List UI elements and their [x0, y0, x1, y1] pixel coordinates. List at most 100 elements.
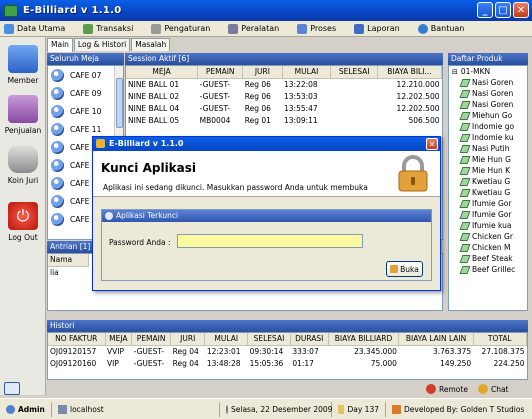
sidebar-item-member[interactable]: Member — [0, 45, 46, 85]
product-icon — [459, 254, 471, 263]
list-item[interactable]: Indomie go — [449, 121, 527, 132]
list-item[interactable]: Mie Hun G — [449, 154, 527, 165]
koin-juri-icon — [8, 145, 38, 173]
clock-icon — [226, 404, 228, 414]
list-item[interactable]: CAFE 10 — [48, 102, 123, 120]
sidebar-item-koin-juri[interactable]: Koin Juri — [0, 145, 46, 185]
proses-icon — [297, 23, 308, 34]
remote-link[interactable]: Remote — [426, 384, 468, 394]
app-logo-icon — [4, 4, 18, 17]
column-header[interactable]: SELESAI — [247, 333, 291, 346]
chat-link[interactable]: Chat — [477, 384, 508, 394]
chat-icon — [477, 384, 488, 394]
table-row[interactable]: NINE BALL 02 -GUEST- Reg 06 13:53:03 12.202.… — [126, 90, 442, 102]
tree-root[interactable]: ⊟ 01-MKN — [449, 66, 527, 77]
password-field[interactable] — [177, 234, 363, 248]
list-item[interactable]: CAFE 09 — [48, 84, 123, 102]
dialog-close-button[interactable]: ✕ — [426, 138, 438, 150]
collapse-icon: ⊟ — [452, 67, 458, 76]
close-button[interactable]: ✕ — [513, 2, 529, 18]
column-header[interactable]: BIAYA BILI... — [377, 66, 442, 79]
list-item[interactable]: Chicken Gr — [449, 231, 527, 242]
sidebar-item-logout[interactable]: ⏻ Log Out — [0, 202, 46, 242]
list-item[interactable]: Beef Grillec — [449, 264, 527, 275]
column-header[interactable]: MEJA — [105, 333, 133, 346]
list-item[interactable]: Nasi Goren — [449, 99, 527, 110]
column-header[interactable]: PEMAIN — [131, 333, 172, 346]
peralatan-icon — [228, 23, 239, 34]
column-header[interactable]: BIAYA BILLIARD — [328, 333, 400, 346]
table-row[interactable]: OJ09120157 VVIP -GUEST- Reg 04 12:23:01 09:30… — [48, 345, 527, 357]
menu-bantuan[interactable]: Bantuan — [414, 23, 479, 34]
table-icon — [51, 122, 64, 136]
column-header[interactable]: Nama — [48, 254, 89, 267]
tab-main[interactable]: Main — [47, 38, 73, 52]
column-header[interactable]: SELESAI — [330, 66, 378, 79]
product-icon — [459, 232, 471, 241]
antrian-panel-title: Antrian [1] — [47, 241, 95, 253]
table-row[interactable]: NINE BALL 01 -GUEST- Reg 06 13:22:08 12.210.… — [126, 78, 442, 90]
minimize-button[interactable]: _ — [477, 2, 493, 18]
sidebar-item-penjualan[interactable]: Penjualan — [0, 95, 46, 135]
product-icon — [459, 100, 471, 109]
computer-icon — [58, 404, 67, 414]
maximize-button[interactable]: □ — [495, 2, 511, 18]
menu-peralatan[interactable]: Peralatan — [224, 23, 293, 34]
column-header[interactable]: JURI — [242, 66, 283, 79]
list-item[interactable]: Mie Hun K — [449, 165, 527, 176]
table-row[interactable]: NINE BALL 05 MB0004 Reg 01 13:09:11 506.500 — [126, 114, 442, 126]
menu-proses[interactable]: Proses — [293, 23, 350, 34]
status-day: Day 137 — [332, 401, 386, 417]
info-icon — [105, 212, 113, 220]
expand-panel-icon[interactable] — [4, 382, 20, 395]
table-row[interactable]: OJ09120160 VIP -GUEST- Reg 04 13:48:28 15:05:… — [48, 357, 527, 369]
list-item[interactable]: CAFE 07 — [48, 66, 123, 84]
product-icon — [459, 210, 471, 219]
unlock-icon — [390, 265, 399, 273]
column-header[interactable]: MEJA — [126, 66, 199, 79]
column-header[interactable]: JURI — [170, 333, 206, 346]
list-item[interactable]: Chicken M — [449, 242, 527, 253]
list-item[interactable]: Miehun Go — [449, 110, 527, 121]
frame-title: Aplikasi Terkunci — [102, 210, 431, 222]
pengaturan-icon — [151, 23, 162, 34]
tab-log-histori[interactable]: Log & Histori — [73, 38, 131, 51]
menu-pengaturan[interactable]: Pengaturan — [147, 23, 224, 34]
column-header[interactable]: MULAI — [282, 66, 332, 79]
tab-masalah[interactable]: Masalah — [131, 38, 171, 51]
dialog-subtitle: Aplikasi ini sedang dikunci. Masukkan pa… — [103, 183, 368, 192]
table-icon — [51, 194, 64, 208]
member-icon — [8, 45, 38, 73]
menu-transaksi[interactable]: Transaksi — [79, 23, 147, 34]
status-user: Admin — [0, 401, 52, 417]
main-tabs: Main Log & Histori Masalah — [47, 38, 171, 52]
list-item[interactable]: Nasi Goren — [449, 88, 527, 99]
status-developer: Developed By: Golden T Studios — [386, 402, 530, 417]
status-date: Selasa, 22 Desember 2009 — [220, 401, 332, 417]
penjualan-icon — [8, 95, 38, 123]
list-item[interactable]: Kwetiau G — [449, 176, 527, 187]
column-header[interactable]: BIAYA LAIN LAIN — [398, 333, 474, 346]
column-header[interactable]: DURASI — [290, 333, 329, 346]
window-title: E-Billiard v 1.1.0 — [23, 5, 122, 16]
list-item[interactable]: Kwetiau G — [449, 187, 527, 198]
list-item[interactable]: Ifumie Gor — [449, 209, 527, 220]
table-row[interactable]: NINE BALL 04 -GUEST- Reg 06 13:55:47 12.202.… — [126, 102, 442, 114]
unlock-button[interactable]: Buka — [386, 261, 423, 277]
menu-data-utama[interactable]: Data Utama — [0, 23, 79, 34]
list-item[interactable]: Ifumie Gor — [449, 198, 527, 209]
list-item[interactable]: Nasi Goren — [449, 77, 527, 88]
list-item[interactable]: Ifumie kua — [449, 220, 527, 231]
list-item[interactable]: Beef Steak — [449, 253, 527, 264]
list-item[interactable]: Indomie ku — [449, 132, 527, 143]
column-header[interactable]: TOTAL — [473, 333, 527, 346]
table-row[interactable]: lia — [48, 266, 88, 278]
column-header[interactable]: NO FAKTUR — [48, 333, 106, 346]
menu-bar: Data Utama Transaksi Pengaturan Peralata… — [0, 21, 532, 37]
menu-laporan[interactable]: Laporan — [350, 23, 414, 34]
column-header[interactable]: MULAI — [204, 333, 249, 346]
session-panel-title: Session Aktif [6] — [125, 53, 443, 65]
column-header[interactable]: PEMAIN — [197, 66, 244, 79]
list-item[interactable]: Nasi Putih — [449, 143, 527, 154]
histori-panel-title: Histori — [47, 320, 528, 332]
